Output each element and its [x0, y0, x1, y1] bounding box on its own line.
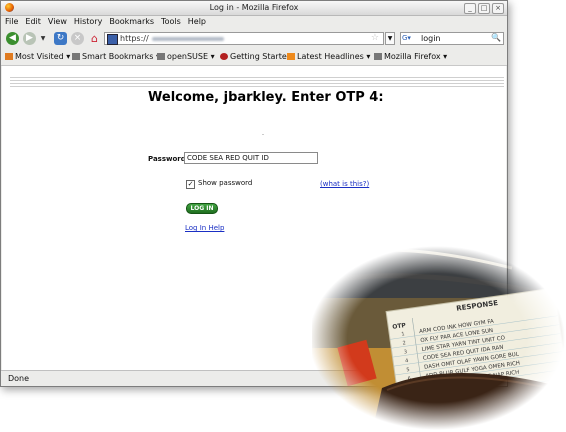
navigation-toolbar: ◀ ▶ ▼ ↻ × ⌂ https:// ☆ ▼ G▾ login 🔍	[1, 30, 507, 48]
menu-history[interactable]: History	[70, 15, 105, 26]
home-icon[interactable]: ⌂	[88, 32, 101, 45]
rss-icon	[287, 53, 295, 60]
menu-help[interactable]: Help	[184, 15, 209, 26]
reload-icon[interactable]: ↻	[54, 32, 67, 45]
page-title: Welcome, jbarkley. Enter OTP 4:	[148, 90, 384, 105]
spacer-mark	[262, 134, 264, 135]
menu-file[interactable]: File	[1, 15, 21, 26]
password-field[interactable]: CODE SEA RED QUIT ID	[184, 152, 318, 164]
window-title: Log in - Mozilla Firefox	[209, 3, 299, 12]
title-bar: Log in - Mozilla Firefox _ □ ×	[1, 1, 507, 16]
bookmark-most-visited[interactable]: Most Visited ▾	[5, 52, 70, 61]
leather-wallet	[372, 373, 566, 432]
menu-edit[interactable]: Edit	[21, 15, 44, 26]
what-is-this-link[interactable]: (what is this?)	[320, 180, 369, 188]
folder-icon	[157, 53, 165, 60]
status-text: Done	[8, 374, 30, 383]
login-help-link[interactable]: Log In Help	[185, 224, 224, 232]
search-box[interactable]: G▾ login 🔍	[400, 32, 504, 45]
bookmark-latest-headlines[interactable]: Latest Headlines ▾	[287, 52, 370, 61]
maximize-button[interactable]: □	[478, 3, 490, 14]
history-dropdown-icon[interactable]: ▼	[39, 32, 47, 45]
menu-bar: File Edit View History Bookmarks Tools Help	[1, 15, 507, 29]
what-is-this-link-text[interactable]: (what is this?)	[320, 180, 369, 188]
folder-icon	[72, 53, 80, 60]
stop-icon[interactable]: ×	[71, 32, 84, 45]
firefox-icon	[220, 53, 228, 60]
search-icon[interactable]: 🔍	[491, 33, 501, 42]
bookmark-mozilla-firefox[interactable]: Mozilla Firefox ▾	[374, 52, 447, 61]
bookmark-opensuse[interactable]: openSUSE ▾	[157, 52, 215, 61]
back-arrow-icon[interactable]: ◀	[6, 32, 19, 45]
divider	[10, 83, 504, 84]
bookmark-getting-started[interactable]: Getting Started	[220, 52, 292, 61]
search-engine-icon[interactable]: G▾	[402, 34, 418, 43]
url-bar[interactable]: https:// ☆	[104, 32, 384, 45]
login-help-link-text[interactable]: Log In Help	[185, 224, 224, 232]
folder-icon	[374, 53, 382, 60]
redacted-url	[152, 37, 224, 41]
bookmarks-toolbar: Most Visited ▾ Smart Bookmarks ▾ openSUS…	[1, 50, 507, 66]
site-identity-icon[interactable]	[107, 34, 118, 45]
password-label: Password	[148, 155, 186, 163]
url-dropdown-icon[interactable]: ▼	[385, 32, 395, 45]
bookmark-smart-bookmarks[interactable]: Smart Bookmarks ▾	[72, 52, 160, 61]
otp-card-photo: RESPONSE OTP 1 ARM COD INK HOW GYM FA2 OX …	[312, 238, 566, 432]
close-button[interactable]: ×	[492, 3, 504, 14]
divider	[10, 80, 504, 81]
menu-tools[interactable]: Tools	[157, 15, 184, 26]
show-password-checkbox[interactable]: ✓	[186, 180, 195, 189]
menu-bookmarks[interactable]: Bookmarks	[105, 15, 157, 26]
menu-view[interactable]: View	[44, 15, 70, 26]
divider	[10, 77, 504, 78]
search-query: login	[421, 34, 441, 43]
show-password-label: Show password	[198, 179, 253, 187]
divider	[10, 86, 504, 87]
login-button[interactable]: LOG IN	[186, 203, 218, 214]
minimize-button[interactable]: _	[464, 3, 476, 14]
forward-arrow-icon[interactable]: ▶	[23, 32, 36, 45]
folder-icon	[5, 53, 13, 60]
url-text: https://	[120, 34, 149, 43]
bookmark-star-icon[interactable]: ☆	[371, 33, 379, 43]
